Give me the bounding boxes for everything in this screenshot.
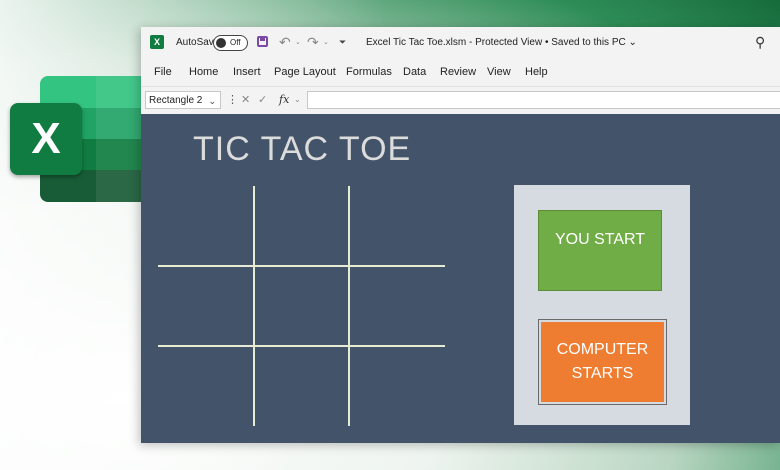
board-line-vertical-1	[253, 186, 255, 426]
board-line-horizontal-1	[158, 265, 445, 267]
formula-bar: Rectangle 2 ⌄ ⋮ ✕ ✓ fx ⌄	[141, 86, 780, 114]
document-title[interactable]: Excel Tic Tac Toe.xlsm - Protected View …	[366, 27, 637, 58]
function-dropdown-icon[interactable]: ⌄	[294, 91, 301, 109]
cancel-icon[interactable]: ✕	[241, 91, 250, 109]
title-bar: X AutoSave Off ↶ ⌄ ↷ ⌄ ⏷ Excel Tic Tac T…	[141, 27, 780, 58]
tab-review[interactable]: Review	[440, 58, 476, 86]
tab-help[interactable]: Help	[525, 58, 548, 86]
insert-function-icon[interactable]: fx	[279, 91, 289, 109]
tab-formulas[interactable]: Formulas	[346, 58, 392, 86]
computer-starts-selection: COMPUTER STARTS	[538, 319, 667, 405]
tab-home[interactable]: Home	[189, 58, 218, 86]
excel-window: X AutoSave Off ↶ ⌄ ↷ ⌄ ⏷ Excel Tic Tac T…	[141, 27, 780, 443]
you-start-button[interactable]: YOU START	[538, 210, 662, 291]
customize-toolbar-icon[interactable]: ⏷	[339, 27, 346, 58]
save-icon[interactable]	[257, 36, 268, 47]
tab-view[interactable]: View	[487, 58, 511, 86]
enter-icon[interactable]: ✓	[258, 91, 267, 109]
formula-input[interactable]	[307, 91, 780, 109]
tab-insert[interactable]: Insert	[233, 58, 261, 86]
autosave-state: Off	[230, 38, 241, 47]
board-line-horizontal-2	[158, 345, 445, 347]
undo-icon[interactable]: ↶	[279, 27, 291, 58]
excel-logo-icon: X	[10, 76, 160, 202]
chevron-down-icon[interactable]: ⌄	[208, 92, 216, 110]
search-icon[interactable]: ⚲	[755, 27, 765, 58]
ribbon-tabs: File Home Insert Page Layout Formulas Da…	[141, 58, 780, 86]
more-options-icon[interactable]: ⋮	[227, 91, 238, 109]
board-line-vertical-2	[348, 186, 350, 426]
start-panel: YOU START COMPUTER STARTS	[514, 185, 690, 425]
logo-x-badge: X	[10, 103, 82, 175]
computer-starts-button[interactable]: COMPUTER STARTS	[541, 322, 664, 402]
tab-file[interactable]: File	[154, 58, 172, 86]
name-box-value: Rectangle 2	[149, 95, 203, 106]
worksheet: TIC TAC TOE YOU START COMPUTER STARTS	[141, 114, 780, 443]
autosave-toggle[interactable]: Off	[213, 35, 248, 51]
game-title: TIC TAC TOE	[193, 130, 412, 168]
name-box[interactable]: Rectangle 2 ⌄	[145, 91, 221, 109]
undo-dropdown-icon[interactable]: ⌄	[295, 27, 301, 58]
redo-dropdown-icon[interactable]: ⌄	[323, 27, 329, 58]
redo-icon[interactable]: ↷	[307, 27, 319, 58]
excel-icon: X	[150, 35, 164, 49]
tab-data[interactable]: Data	[403, 58, 426, 86]
toggle-knob	[216, 38, 226, 48]
tab-page-layout[interactable]: Page Layout	[274, 58, 336, 86]
